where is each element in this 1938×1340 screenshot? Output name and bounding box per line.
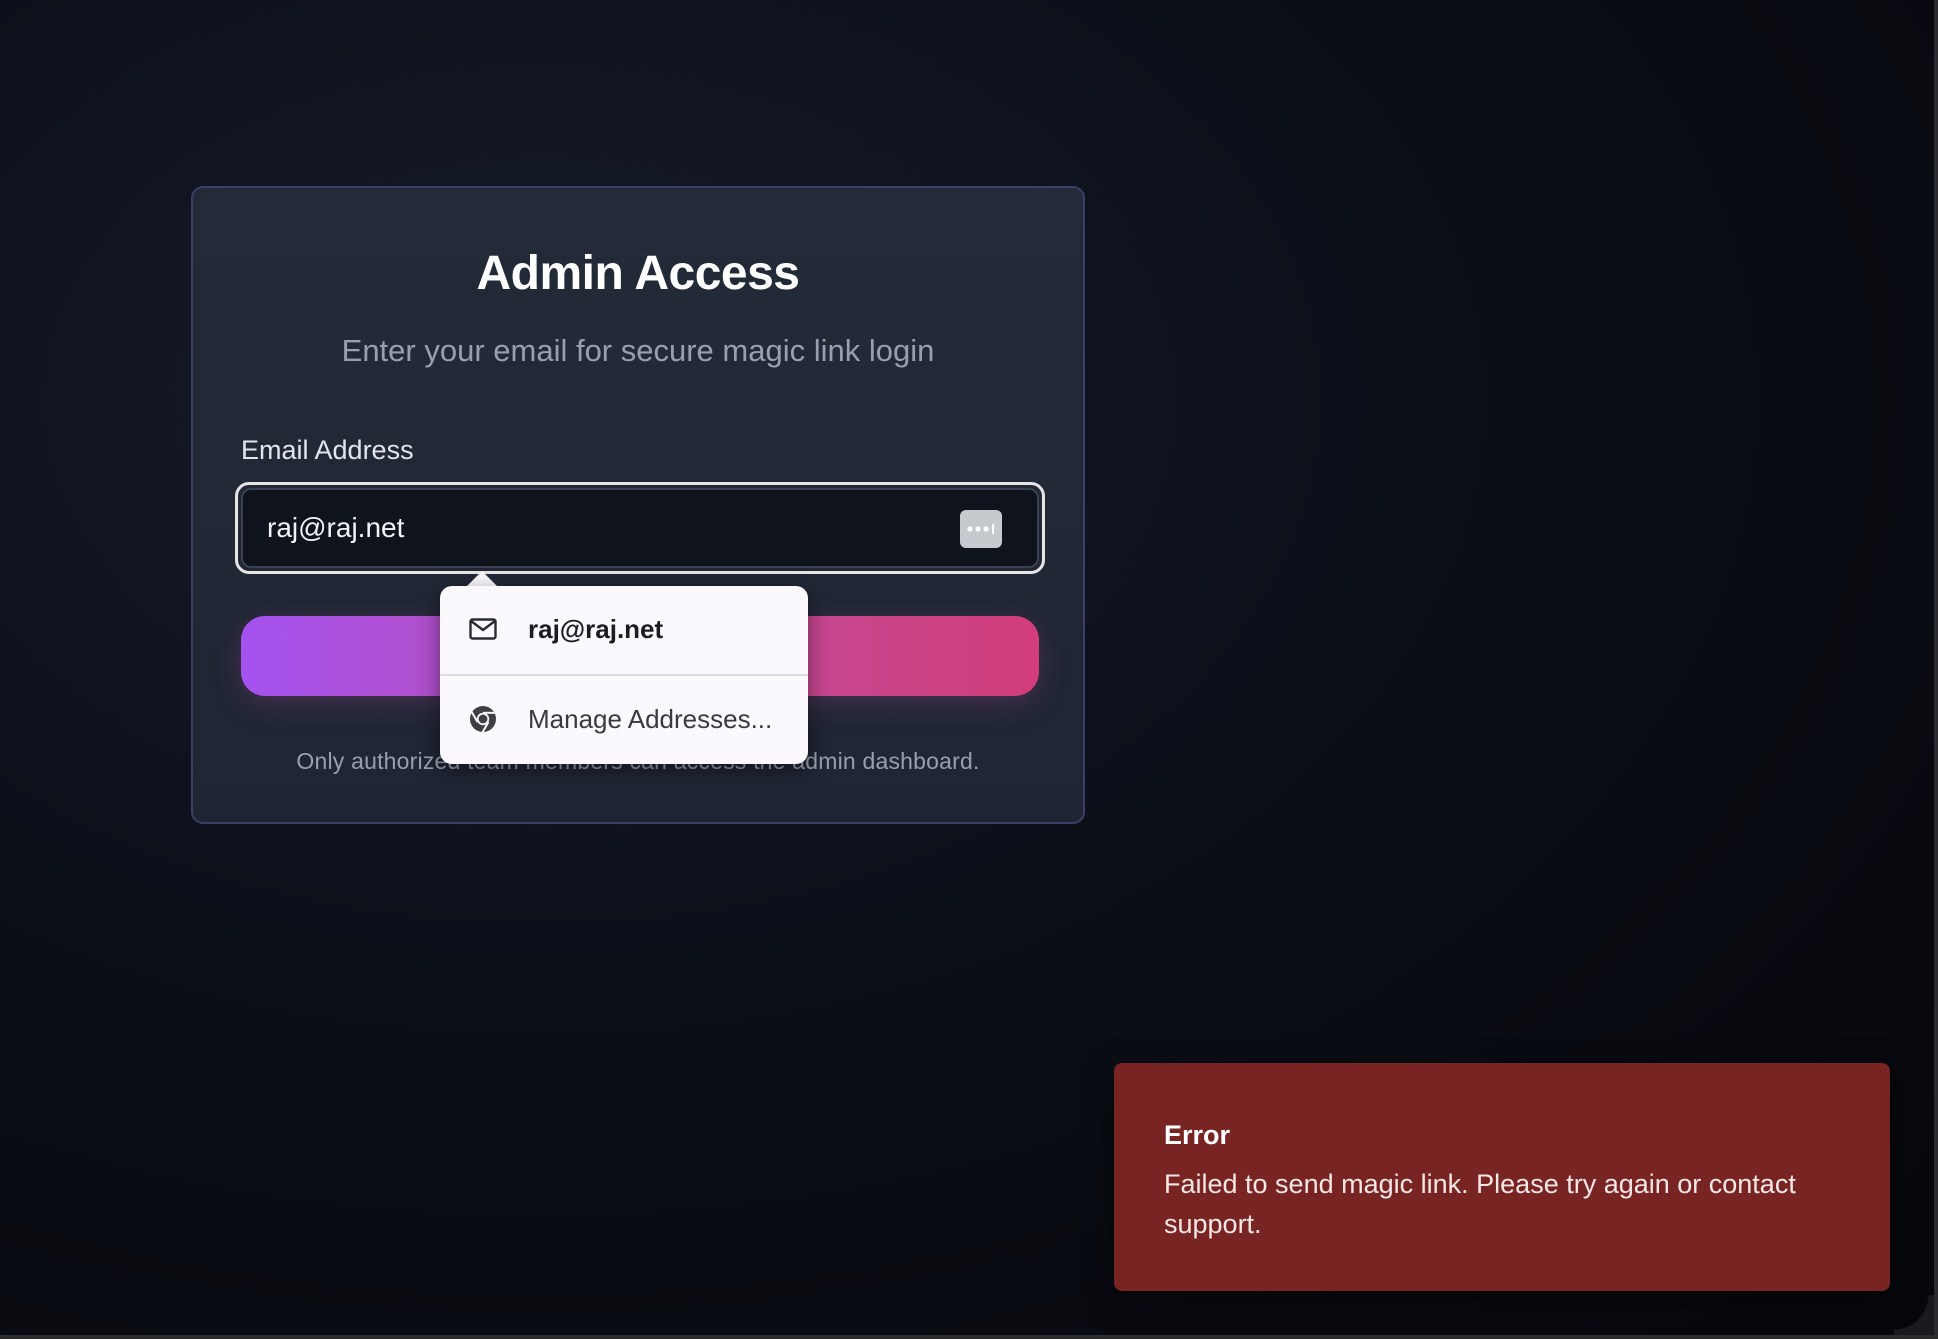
- password-dots-glyph: [967, 524, 994, 534]
- mail-icon: [468, 614, 498, 644]
- error-toast[interactable]: Error Failed to send magic link. Please …: [1114, 1063, 1890, 1291]
- autofill-suggestion-label: raj@raj.net: [528, 613, 664, 644]
- autofill-manage-label: Manage Addresses...: [528, 703, 773, 734]
- password-dots-icon[interactable]: [960, 510, 1002, 548]
- autofill-dropdown: raj@raj.net Manage Addresses...: [440, 586, 808, 764]
- chrome-icon: [468, 704, 498, 734]
- autofill-manage-addresses[interactable]: Manage Addresses...: [440, 676, 808, 762]
- toast-title: Error: [1164, 1120, 1231, 1150]
- page-title: Admin Access: [476, 247, 800, 300]
- browser-viewport: Admin Access Enter your email for secure…: [0, 0, 1938, 1339]
- page-subtitle: Enter your email for secure magic link l…: [341, 333, 935, 368]
- email-input[interactable]: [241, 488, 1039, 568]
- toast-message: Failed to send magic link. Please try ag…: [1164, 1169, 1796, 1239]
- autofill-suggestion-email[interactable]: raj@raj.net: [440, 586, 808, 672]
- email-label: Email Address: [241, 435, 414, 465]
- autofill-caret: [466, 571, 498, 587]
